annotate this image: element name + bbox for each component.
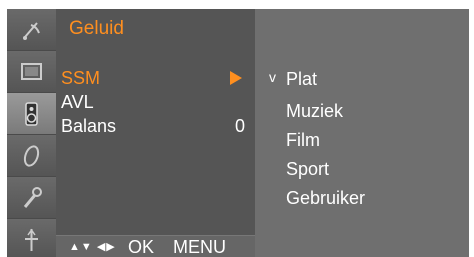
tv-osd-menu: Geluid SSM AVL Balans 0 ▲▼ ◀▶ OK MENU v … — [7, 9, 469, 257]
menu-row-label: AVL — [61, 92, 94, 112]
menu-row-label: SSM — [61, 68, 101, 88]
category-tab-time[interactable] — [7, 135, 56, 177]
navigation-arrows-icon: ▲▼ ◀▶ — [69, 241, 116, 253]
ok-hint: OK — [128, 237, 155, 257]
plug-icon — [25, 228, 38, 251]
menu-row-ssm[interactable]: SSM — [56, 67, 255, 89]
menu-row-label: Balans — [61, 116, 117, 136]
submenu-item-label: Plat — [286, 69, 318, 89]
category-icon-column — [7, 9, 56, 257]
menu-row-avl[interactable]: AVL — [56, 91, 255, 113]
sound-menu-panel: Geluid SSM AVL Balans 0 ▲▼ ◀▶ OK MENU — [56, 9, 255, 257]
category-tab-setup[interactable] — [7, 9, 56, 51]
menu-title: Geluid — [69, 18, 124, 39]
balance-value: 0 — [234, 116, 245, 136]
ssm-submenu-panel: v Plat Muziek Film Sport Gebruiker — [255, 9, 469, 257]
submenu-item-label: Gebruiker — [286, 188, 366, 208]
submenu-item-label: Sport — [286, 159, 330, 179]
submenu-item-label: Film — [286, 130, 320, 150]
submenu-item-gebruiker[interactable]: Gebruiker — [255, 186, 469, 210]
clock-icon — [23, 145, 40, 167]
submenu-arrow-icon — [230, 71, 242, 85]
navigation-hint-bar: ▲▼ ◀▶ OK MENU — [56, 235, 255, 257]
category-tab-option[interactable] — [7, 177, 56, 219]
menu-row-balance[interactable]: Balans 0 — [56, 115, 255, 137]
wrench-icon — [23, 187, 42, 208]
submenu-item-plat[interactable]: v Plat — [255, 67, 469, 91]
submenu-item-label: Muziek — [286, 101, 344, 121]
submenu-item-sport[interactable]: Sport — [255, 157, 469, 181]
category-tab-sound[interactable] — [7, 93, 56, 135]
category-tab-picture[interactable] — [7, 51, 56, 93]
menu-hint: MENU — [173, 237, 226, 257]
category-tab-input[interactable] — [7, 219, 56, 257]
selected-check-icon: v — [269, 69, 276, 85]
submenu-item-muziek[interactable]: Muziek — [255, 99, 469, 123]
speaker-icon — [25, 102, 38, 126]
satellite-dish-icon — [23, 22, 40, 40]
submenu-item-film[interactable]: Film — [255, 128, 469, 152]
picture-icon — [21, 63, 42, 80]
